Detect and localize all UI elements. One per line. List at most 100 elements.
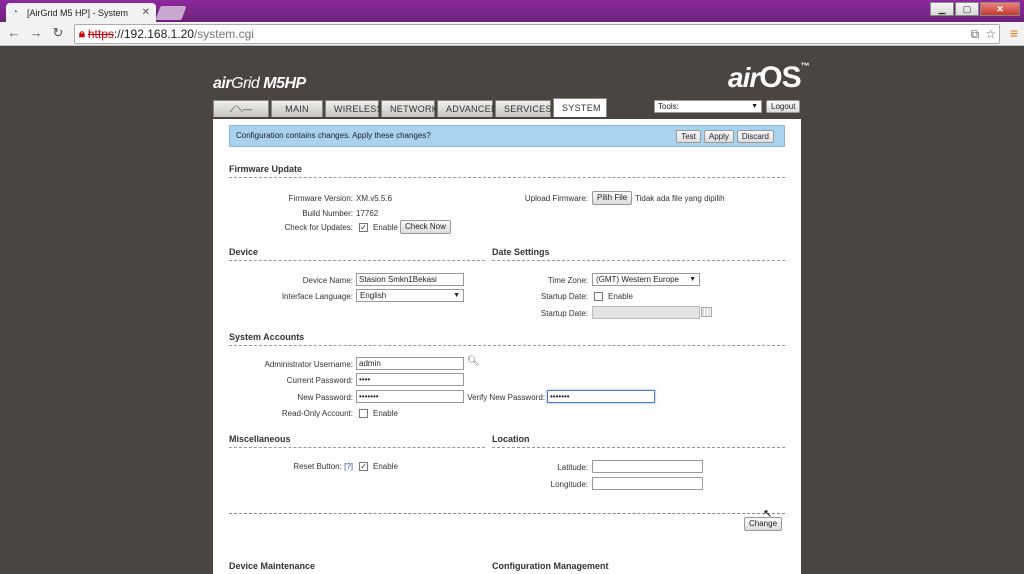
startup-date-checkbox[interactable] [594, 292, 603, 301]
address-bar[interactable]: 🔒︎ https://192.168.1.20/system.cgi ⧉ ☆ [74, 24, 1000, 44]
check-updates-enable-label: Enable [373, 223, 398, 232]
reset-button-label: Reset Button: [?] [229, 462, 353, 471]
tools-label: Tools: [658, 102, 679, 111]
discard-button[interactable]: Discard [736, 130, 774, 143]
system-panel: Configuration contains changes. Apply th… [213, 119, 801, 574]
reset-button-checkbox[interactable]: ✓ [359, 462, 368, 471]
airgrid-logo: airGrid M5HP [213, 75, 306, 93]
firmware-section-title: Firmware Update [229, 164, 785, 178]
verify-password-label: Verify New Password: [467, 393, 545, 402]
browser-menu-icon[interactable]: ≡ [1010, 25, 1018, 41]
reset-button-enable-text: Enable [373, 462, 398, 471]
check-updates-checkbox[interactable]: ✓ [359, 223, 368, 232]
key-icon[interactable]: 🔍︎ [467, 356, 480, 367]
logo-os: OS [759, 61, 801, 94]
apply-button[interactable]: Apply [703, 130, 734, 143]
calendar-icon[interactable] [701, 307, 712, 317]
configuration-management-section-title: Configuration Management [492, 561, 609, 571]
tab-network[interactable]: NETWORK [381, 100, 438, 117]
window-controls: ▁ ▢ ✕ [930, 2, 1020, 16]
firmware-version-label: Firmware Version: [288, 194, 353, 203]
url-host: ://192.168.1.20 [113, 27, 194, 41]
maximize-button[interactable]: ▢ [955, 2, 979, 16]
test-button[interactable]: Test [676, 130, 701, 143]
logout-button[interactable]: Logout [766, 100, 801, 113]
current-password-input[interactable]: •••• [356, 373, 464, 386]
mouse-cursor-icon: ↖ [763, 508, 773, 520]
tab-system[interactable]: SYSTEM [553, 98, 607, 117]
readonly-account-enable-text: Enable [373, 409, 398, 418]
section-divider [229, 513, 785, 514]
startup-date-label: Startup Date: [540, 309, 588, 318]
minimize-button[interactable]: ▁ [930, 2, 954, 16]
tab-ubnt-logo[interactable]: ⟋⟍— [213, 100, 269, 117]
check-updates-label: Check for Updates: [284, 223, 353, 232]
reload-icon[interactable]: ↻ [50, 25, 66, 41]
insecure-lock-icon[interactable]: 🔒︎ [79, 28, 85, 41]
ubiquiti-logo-icon: ⟋⟍— [229, 104, 253, 114]
browser-titlebar: ◔ [AirGrid M5 HP] - System ✕ ▁ ▢ ✕ [0, 0, 1024, 22]
device-maintenance-section-title: Device Maintenance [229, 561, 316, 571]
tab-title: [AirGrid M5 HP] - System [27, 7, 129, 18]
current-password-label: Current Password: [286, 376, 353, 385]
bookmark-star-icon[interactable]: ☆ [985, 27, 996, 42]
miscellaneous-section-title: Miscellaneous [229, 434, 485, 448]
startup-date-enable-label: Startup Date: [540, 292, 588, 301]
changes-notice: Configuration contains changes. Apply th… [229, 125, 785, 147]
system-accounts-section-title: System Accounts [229, 332, 785, 346]
device-section-title: Device [229, 247, 485, 261]
reset-help-link[interactable]: [?] [344, 462, 353, 471]
browser-tab[interactable]: ◔ [AirGrid M5 HP] - System ✕ [6, 3, 156, 22]
chevron-down-icon: ▼ [453, 292, 460, 299]
tab-wireless[interactable]: WIRELESS [325, 100, 383, 117]
translate-icon[interactable]: ⧉ [971, 27, 980, 42]
build-number-label: Build Number: [302, 209, 353, 218]
tab-main[interactable]: MAIN [271, 100, 323, 117]
back-icon[interactable]: ← [6, 25, 22, 41]
longitude-label: Longitude: [550, 480, 588, 489]
logo-air-os: air [728, 62, 760, 93]
startup-date-enable-text: Enable [608, 292, 633, 301]
location-section-title: Location [492, 434, 785, 448]
tab-close-icon[interactable]: ✕ [142, 7, 150, 18]
new-password-label: New Password: [297, 393, 353, 402]
admin-username-input[interactable]: admin [356, 357, 464, 370]
upload-firmware-label: Upload Firmware: [524, 194, 588, 203]
logo-model: M5HP [263, 75, 306, 92]
time-zone-select[interactable]: (GMT) Western Europe ▼ [592, 273, 700, 286]
airos-logo: airOS™ [728, 61, 810, 95]
forward-icon[interactable]: → [28, 25, 44, 41]
readonly-account-checkbox[interactable] [359, 409, 368, 418]
choose-file-button[interactable]: Pilih File [592, 191, 633, 205]
new-password-input[interactable]: ••••••• [356, 390, 464, 403]
verify-password-input[interactable]: ••••••• [547, 390, 655, 403]
time-zone-value: (GMT) Western Europe [596, 275, 679, 284]
wifi-favicon-icon: ◔ [12, 6, 19, 18]
new-tab-button[interactable] [155, 6, 187, 20]
url-path: /system.cgi [193, 27, 254, 41]
device-name-input[interactable]: Stasion Smkn1Bekasi [356, 273, 464, 286]
admin-username-label: Administrator Username: [264, 360, 353, 369]
tab-advanced[interactable]: ADVANCED [437, 100, 497, 117]
close-window-button[interactable]: ✕ [980, 2, 1020, 16]
notice-text: Configuration contains changes. Apply th… [236, 131, 431, 140]
time-zone-label: Time Zone: [547, 276, 588, 285]
interface-language-select[interactable]: English ▼ [356, 289, 464, 302]
check-now-button[interactable]: Check Now [400, 220, 451, 234]
main-nav-tabs: ⟋⟍— MAIN WIRELESS NETWORK ADVANCED SERVI… [213, 98, 607, 117]
tools-dropdown[interactable]: Tools: ▼ [654, 100, 762, 113]
logo-air: air [213, 75, 232, 92]
tab-services[interactable]: SERVICES [495, 100, 551, 117]
latitude-input[interactable] [592, 460, 703, 473]
chevron-down-icon: ▼ [689, 276, 696, 283]
interface-language-label: Interface Language: [281, 292, 353, 301]
firmware-version-value: XM.v5.5.6 [356, 194, 393, 203]
tools-bar: Tools: ▼ Logout [654, 100, 801, 113]
browser-toolbar: ← → ↻ 🔒︎ https://192.168.1.20/system.cgi… [0, 22, 1024, 46]
logo-tm: ™ [800, 61, 810, 71]
longitude-input[interactable] [592, 477, 703, 490]
device-name-label: Device Name: [302, 276, 353, 285]
interface-language-value: English [360, 291, 387, 300]
chevron-down-icon: ▼ [751, 103, 758, 110]
startup-date-input[interactable] [592, 306, 700, 319]
